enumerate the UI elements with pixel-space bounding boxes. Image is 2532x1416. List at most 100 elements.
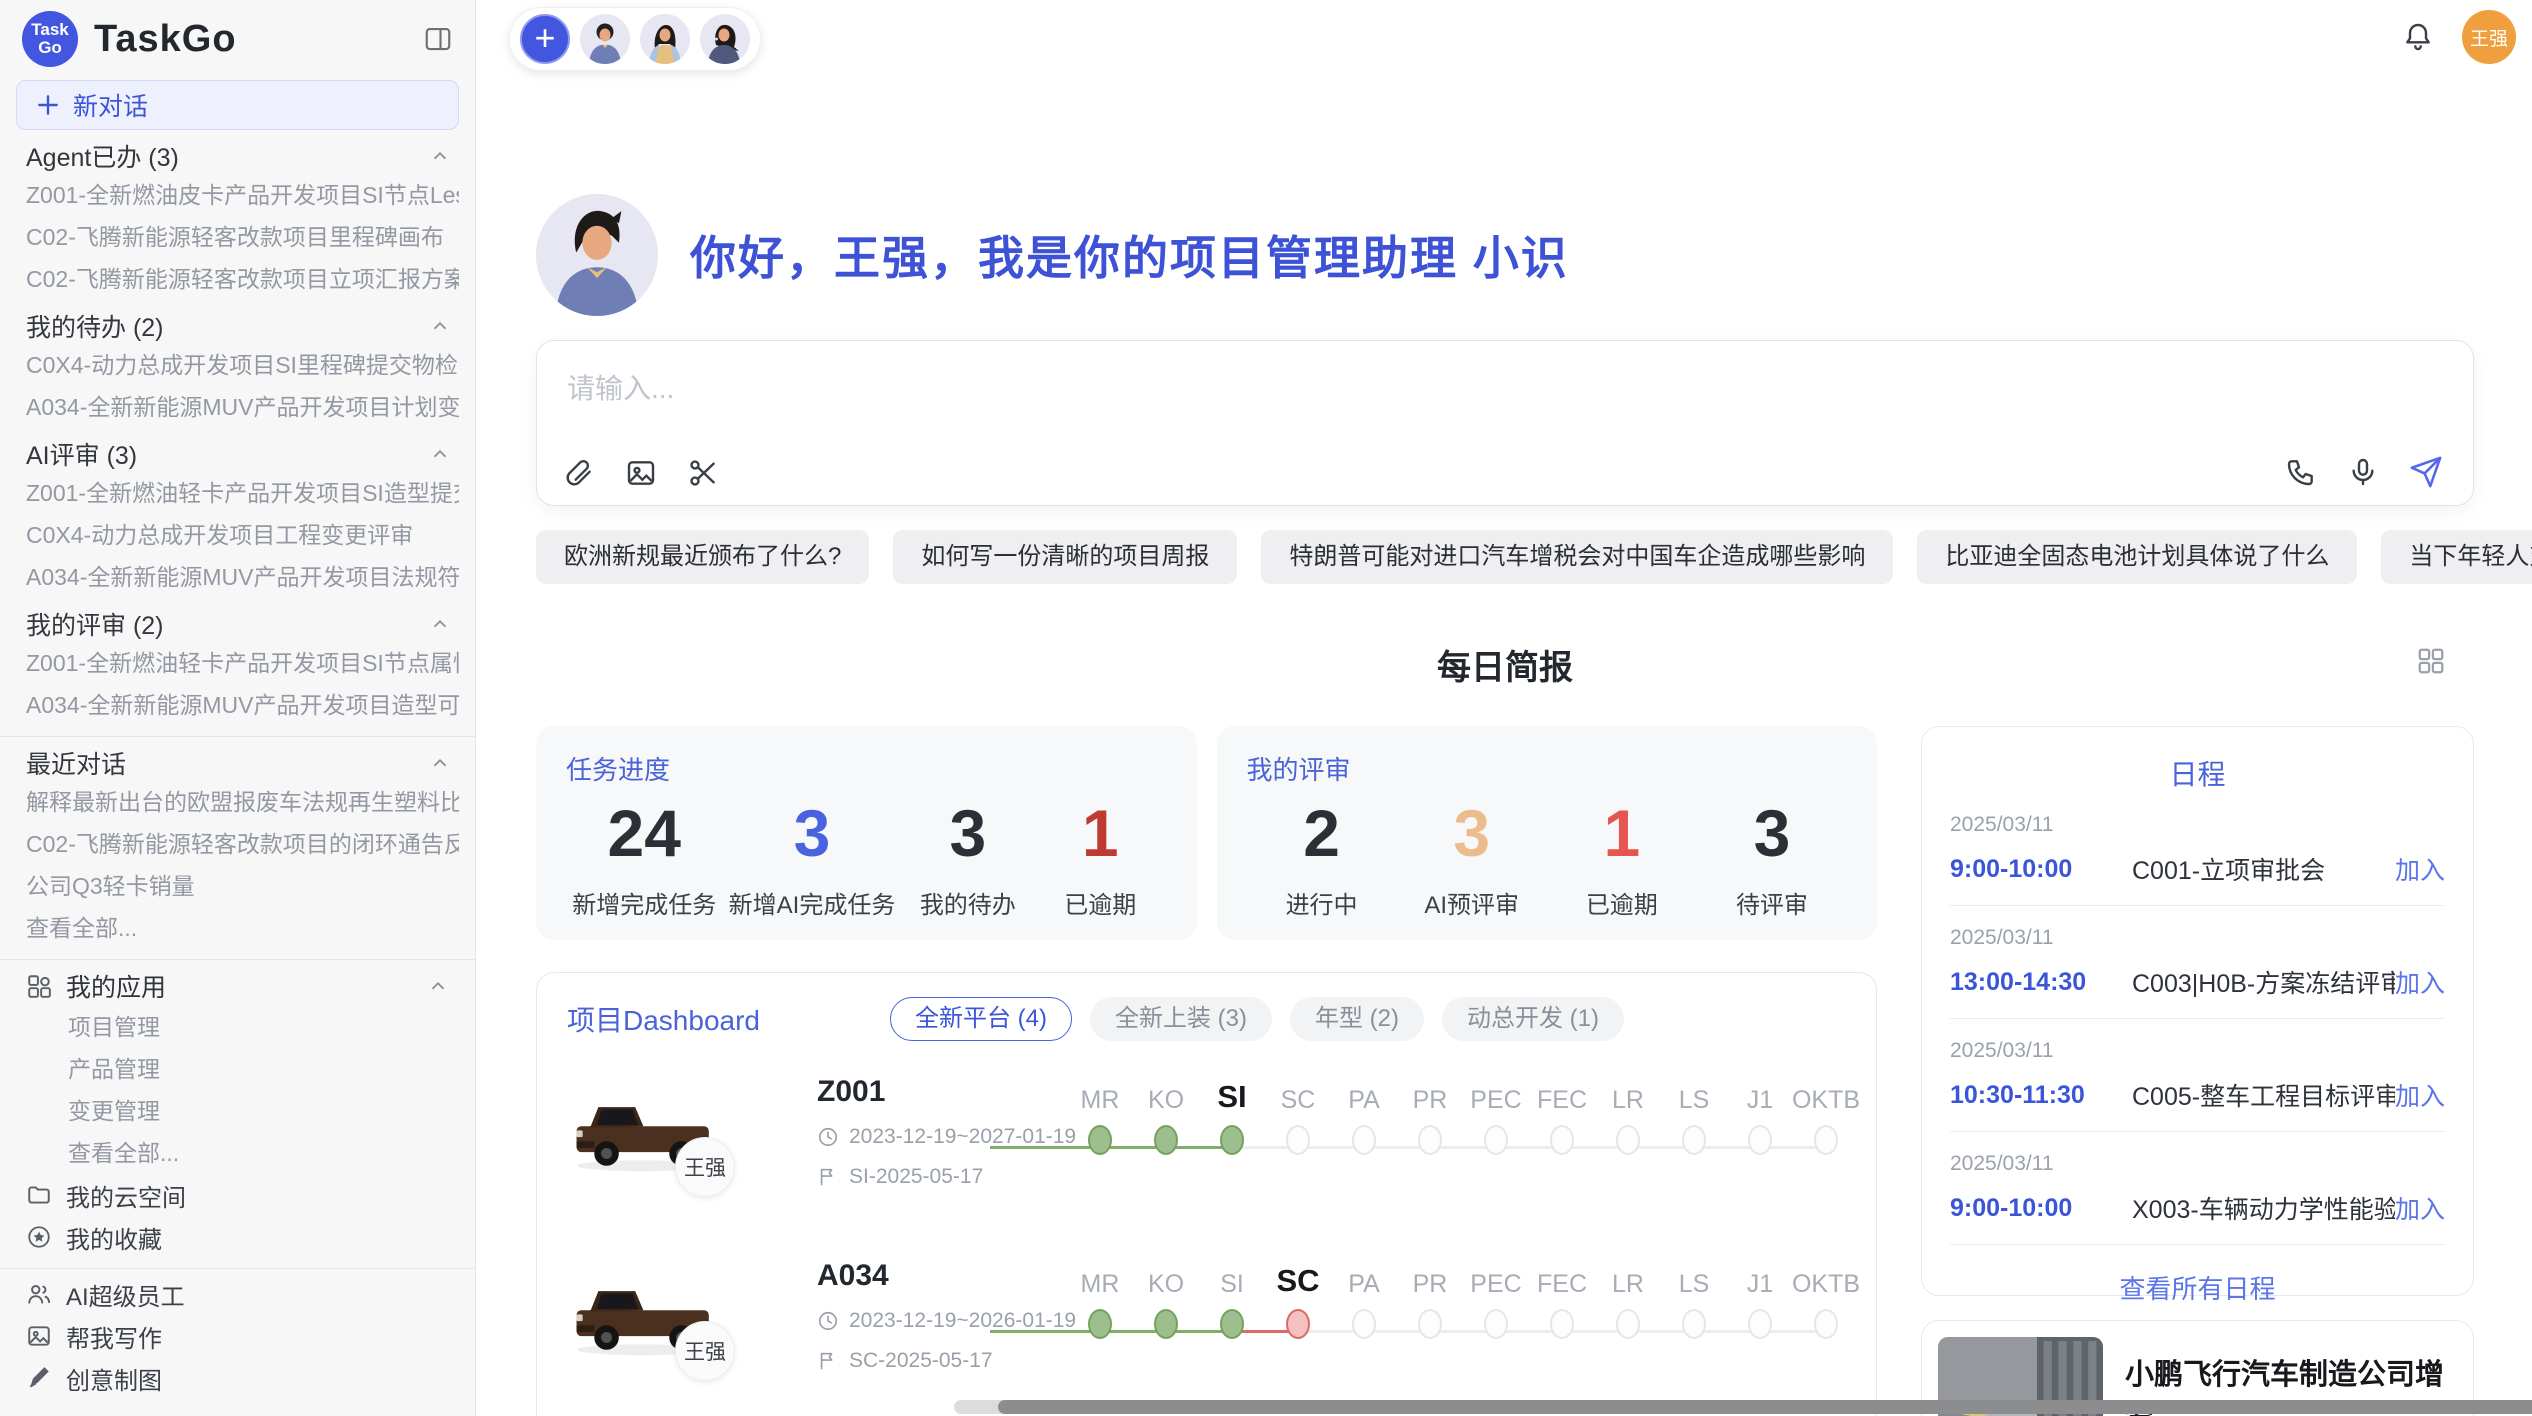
- my-apps-item[interactable]: 项目管理: [16, 1006, 459, 1048]
- my-apps-item[interactable]: 变更管理: [16, 1090, 459, 1132]
- sidebar-item-writing[interactable]: 帮我写作: [16, 1315, 459, 1357]
- sidebar-task-item[interactable]: A034-全新新能源MUV产品开发项目法规符合性评审: [16, 556, 459, 598]
- section-header[interactable]: Agent已办 (3): [16, 138, 459, 174]
- sidebar-item-cloud-space[interactable]: 我的云空间: [16, 1174, 459, 1216]
- recent-chats-header[interactable]: 最近对话: [16, 745, 459, 781]
- microphone-icon[interactable]: [2347, 456, 2379, 488]
- milestone-node-pending: [1748, 1125, 1772, 1155]
- milestone-step[interactable]: MR: [1067, 1077, 1133, 1155]
- notification-bell-icon[interactable]: [2402, 21, 2434, 53]
- milestone-step[interactable]: SI: [1199, 1261, 1265, 1339]
- join-button[interactable]: 加入: [2395, 1077, 2445, 1113]
- join-button[interactable]: 加入: [2395, 964, 2445, 1000]
- message-composer[interactable]: 请输入...: [536, 340, 2474, 506]
- milestone-label: PEC: [1470, 1077, 1521, 1123]
- milestone-step[interactable]: SC: [1265, 1261, 1331, 1339]
- sidebar-task-item[interactable]: C02-飞腾新能源轻客改款项目立项汇报方案: [16, 258, 459, 300]
- suggestion-chip[interactable]: 特朗普可能对进口汽车增税会对中国车企造成哪些影响: [1261, 530, 1893, 584]
- milestone-step[interactable]: J1: [1727, 1077, 1793, 1155]
- horizontal-scrollbar-track[interactable]: [954, 1400, 2532, 1414]
- milestone-step[interactable]: J1: [1727, 1261, 1793, 1339]
- milestone-step[interactable]: PR: [1397, 1077, 1463, 1155]
- send-icon[interactable]: [2409, 455, 2443, 489]
- agent-avatar-1[interactable]: [580, 14, 630, 64]
- suggestion-chip[interactable]: 欧洲新规最近颁布了什么?: [536, 530, 869, 584]
- suggestion-chip[interactable]: 如何写一份清晰的项目周报: [893, 530, 1237, 584]
- stat-value: 2: [1262, 795, 1382, 871]
- recent-chat-item[interactable]: 解释最新出台的欧盟报废车法规再生塑料比例被调至15%...: [16, 781, 459, 823]
- milestone-step[interactable]: PR: [1397, 1261, 1463, 1339]
- milestone-step[interactable]: PEC: [1463, 1077, 1529, 1155]
- milestone-label: LR: [1612, 1261, 1644, 1307]
- milestone-step[interactable]: SC: [1265, 1077, 1331, 1155]
- schedule-time: 9:00-10:00: [1950, 1194, 2120, 1223]
- join-button[interactable]: 加入: [2395, 1190, 2445, 1226]
- sidebar-task-item[interactable]: A034-全新新能源MUV产品开发项目造型可行性评审: [16, 684, 459, 726]
- sidebar-task-item[interactable]: C0X4-动力总成开发项目工程变更评审: [16, 514, 459, 556]
- image-upload-icon[interactable]: [625, 457, 657, 489]
- milestone-step[interactable]: LS: [1661, 1261, 1727, 1339]
- dashboard-tab[interactable]: 动总开发 (1): [1442, 997, 1624, 1041]
- milestone-label: FEC: [1537, 1261, 1587, 1307]
- milestone-step[interactable]: FEC: [1529, 1261, 1595, 1339]
- milestone-step[interactable]: KO: [1133, 1261, 1199, 1339]
- section-title: 我的评审 (2): [26, 606, 164, 642]
- dashboard-tab[interactable]: 全新上装 (3): [1090, 997, 1272, 1041]
- milestone-step[interactable]: OKTB: [1793, 1261, 1859, 1339]
- sidebar-task-item[interactable]: C02-飞腾新能源轻客改款项目里程碑画布: [16, 216, 459, 258]
- people-icon: [26, 1281, 52, 1307]
- recent-chat-item[interactable]: 公司Q3轻卡销量: [16, 865, 459, 907]
- sidebar-item-ai-staff[interactable]: AI超级员工: [16, 1273, 459, 1315]
- chevron-up-icon: [429, 752, 451, 774]
- collapse-sidebar-icon[interactable]: [423, 24, 453, 54]
- user-avatar[interactable]: 王强: [2462, 10, 2516, 64]
- milestone-step[interactable]: FEC: [1529, 1077, 1595, 1155]
- dashboard-tab[interactable]: 年型 (2): [1290, 997, 1424, 1041]
- milestone-step[interactable]: PA: [1331, 1261, 1397, 1339]
- section-header[interactable]: AI评审 (3): [16, 436, 459, 472]
- sidebar-task-item[interactable]: Z001-全新燃油皮卡产品开发项目SI节点Lesson Learn报告: [16, 174, 459, 216]
- milestone-step[interactable]: LS: [1661, 1077, 1727, 1155]
- recent-chat-item[interactable]: C02-飞腾新能源轻客改款项目的闭环通告反馈情况: [16, 823, 459, 865]
- sidebar-item-favorites[interactable]: 我的收藏: [16, 1216, 459, 1258]
- new-chat-button[interactable]: 新对话: [16, 80, 459, 130]
- milestone-step[interactable]: OKTB: [1793, 1077, 1859, 1155]
- layout-grid-icon[interactable]: [2416, 646, 2446, 676]
- milestone-label: J1: [1747, 1077, 1773, 1123]
- join-button[interactable]: 加入: [2395, 851, 2445, 887]
- milestone-step[interactable]: SI: [1199, 1077, 1265, 1155]
- suggestion-chip[interactable]: 当下年轻人对汽车外观有怎样的喜好趋势: [2381, 530, 2532, 584]
- section-header[interactable]: 我的待办 (2): [16, 308, 459, 344]
- schedule-view-all[interactable]: 查看所有日程: [1950, 1269, 2445, 1306]
- milestone-step[interactable]: KO: [1133, 1077, 1199, 1155]
- milestone-label: MR: [1081, 1077, 1120, 1123]
- milestone-step[interactable]: PA: [1331, 1077, 1397, 1155]
- phone-icon[interactable]: [2285, 456, 2317, 488]
- agent-avatar-2[interactable]: [640, 14, 690, 64]
- dashboard-tab[interactable]: 全新平台 (4): [890, 997, 1072, 1041]
- sidebar-item-drawing[interactable]: 创意制图: [16, 1357, 459, 1399]
- milestone-label: PA: [1348, 1077, 1380, 1123]
- project-dashboard-card: 项目Dashboard 全新平台 (4)全新上装 (3)年型 (2)动总开发 (…: [536, 972, 1877, 1416]
- add-agent-button[interactable]: +: [520, 14, 570, 64]
- my-apps-header[interactable]: 我的应用: [16, 966, 459, 1006]
- milestone-step[interactable]: LR: [1595, 1261, 1661, 1339]
- my-apps-item[interactable]: 产品管理: [16, 1048, 459, 1090]
- recent-view-all[interactable]: 查看全部...: [16, 907, 459, 949]
- sidebar-task-item[interactable]: A034-全新新能源MUV产品开发项目计划变更表编写: [16, 386, 459, 428]
- milestone-step[interactable]: MR: [1067, 1261, 1133, 1339]
- stat-item: 3待评审: [1712, 795, 1832, 920]
- horizontal-scrollbar-thumb[interactable]: [998, 1400, 2532, 1414]
- logo-text-2: Go: [38, 39, 62, 57]
- sidebar-task-item[interactable]: Z001-全新燃油轻卡产品开发项目SI造型提交物评审: [16, 472, 459, 514]
- suggestion-chip[interactable]: 比亚迪全固态电池计划具体说了什么: [1917, 530, 2357, 584]
- sidebar-task-item[interactable]: C0X4-动力总成开发项目SI里程碑提交物检查: [16, 344, 459, 386]
- my-apps-item[interactable]: 查看全部...: [16, 1132, 459, 1174]
- scissors-icon[interactable]: [687, 457, 719, 489]
- milestone-step[interactable]: LR: [1595, 1077, 1661, 1155]
- agent-avatar-3[interactable]: [700, 14, 750, 64]
- paperclip-icon[interactable]: [563, 457, 595, 489]
- section-header[interactable]: 我的评审 (2): [16, 606, 459, 642]
- milestone-step[interactable]: PEC: [1463, 1261, 1529, 1339]
- sidebar-task-item[interactable]: Z001-全新燃油轻卡产品开发项目SI节点属性5D文件评审: [16, 642, 459, 684]
